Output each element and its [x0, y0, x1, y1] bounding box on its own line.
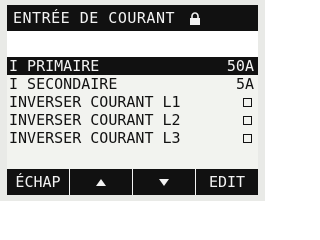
item-label: I SECONDAIRE: [9, 75, 118, 93]
list-item-inverser-l2[interactable]: INVERSER COURANT L2: [7, 111, 258, 129]
item-label: INVERSER COURANT L2: [9, 111, 181, 129]
device-display-frame: ENTRÉE DE COURANT I PRIMAIRE 50A I SECON…: [0, 0, 265, 201]
escape-label: ÉCHAP: [15, 173, 61, 191]
lock-icon: [189, 11, 201, 25]
down-button[interactable]: [133, 169, 196, 195]
list-item-inverser-l3[interactable]: INVERSER COURANT L3: [7, 129, 258, 147]
arrow-down-icon: [159, 178, 169, 186]
item-label: INVERSER COURANT L3: [9, 129, 181, 147]
arrow-up-icon: [96, 178, 106, 186]
edit-label: EDIT: [208, 173, 246, 191]
up-button[interactable]: [70, 169, 133, 195]
lcd-screen: ENTRÉE DE COURANT I PRIMAIRE 50A I SECON…: [7, 5, 258, 195]
list-item-i-secondaire[interactable]: I SECONDAIRE 5A: [7, 75, 258, 93]
softkey-bar: ÉCHAP EDIT: [7, 169, 258, 195]
blank-row: [7, 31, 258, 57]
checkbox[interactable]: [243, 115, 252, 125]
item-value: 50A: [226, 57, 254, 75]
title-bar: ENTRÉE DE COURANT: [7, 5, 258, 31]
item-label: I PRIMAIRE: [9, 57, 100, 75]
list-item-i-primaire[interactable]: I PRIMAIRE 50A: [7, 57, 258, 75]
checkbox[interactable]: [243, 133, 252, 143]
checkbox[interactable]: [243, 97, 252, 107]
escape-button[interactable]: ÉCHAP: [7, 169, 70, 195]
screen-title: ENTRÉE DE COURANT: [13, 9, 176, 27]
edit-button[interactable]: EDIT: [196, 169, 258, 195]
item-label: INVERSER COURANT L1: [9, 93, 181, 111]
item-value: 5A: [235, 75, 254, 93]
list-item-inverser-l1[interactable]: INVERSER COURANT L1: [7, 93, 258, 111]
settings-list: I PRIMAIRE 50A I SECONDAIRE 5A INVERSER …: [7, 57, 258, 165]
